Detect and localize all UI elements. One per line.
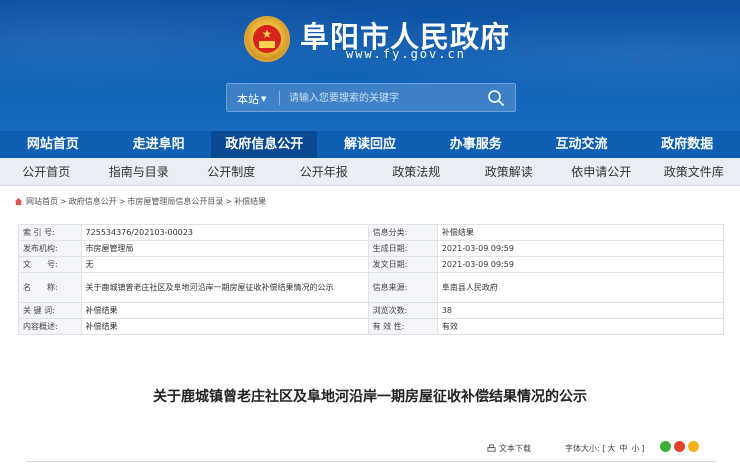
info-label: 索 引 号: [18,224,82,241]
info-value: 关于鹿城镇曾老庄社区及阜地河沿岸一期房屋征收补偿结果情况的公示 [80,272,369,303]
table-row: 发布机构: 市房屋管理局 生成日期: 2021-03-09 09:59 [18,240,725,257]
font-size-control: 字体大小: [大中小] [565,443,645,454]
sub-nav-item-regulations[interactable]: 政策法规 [370,158,463,185]
info-value: 无 [80,256,369,273]
document-info-table: 索 引 号: 725534376/202103-00023 信息分类: 补偿结果… [18,224,725,335]
table-row: 名 称: 关于鹿城镇曾老庄社区及阜地河沿岸一期房屋征收补偿结果情况的公示 信息来… [18,272,725,303]
info-value: 38 [436,302,725,319]
home-icon [14,197,23,205]
info-value: 725534376/202103-00023 [80,224,369,241]
breadcrumb-separator: > [225,196,233,206]
search-bar: 本站 ▼ [226,83,516,112]
sub-nav-item-system[interactable]: 公开制度 [185,158,278,185]
main-nav-item-interaction[interactable]: 互动交流 [529,131,635,158]
printer-icon [487,444,496,452]
weibo-share-icon[interactable] [674,441,685,452]
info-value: 有效 [436,318,725,335]
main-nav-item-home[interactable]: 网站首页 [0,131,106,158]
info-label: 发文日期: [367,256,438,273]
search-input[interactable] [289,89,479,107]
text-download-button[interactable]: 文本下载 [487,443,531,454]
table-row: 文 号: 无 发文日期: 2021-03-09 09:59 [18,256,725,273]
main-nav-item-about[interactable]: 走进阜阳 [106,131,212,158]
info-value: 2021-03-09 09:59 [436,256,725,273]
info-label: 关 键 词: [18,302,82,319]
article-tools: 文本下载 字体大小: [大中小] [0,440,740,456]
font-size-label: 字体大小: [565,444,600,453]
breadcrumb-item[interactable]: 网站首页 [26,196,58,207]
breadcrumb: 网站首页 > 政府信息公开 > 市房屋管理局信息公开目录 > 补偿结果 [14,194,266,208]
chevron-down-icon: ▼ [261,95,267,103]
search-icon[interactable] [487,89,505,107]
table-row: 内容概述: 补偿结果 有 效 性: 有效 [18,318,725,335]
info-label: 有 效 性: [367,318,438,335]
qzone-share-icon[interactable] [688,441,699,452]
info-value: 市房屋管理局 [80,240,369,257]
sub-nav-item-policy-interpretation[interactable]: 政策解读 [463,158,556,185]
table-row: 关 键 词: 补偿结果 浏览次数: 38 [18,302,725,319]
font-size-large[interactable]: 大 [607,444,615,453]
sub-nav-item-policy-library[interactable]: 政策文件库 [648,158,740,185]
site-header: ★ 阜阳市人民政府 www.fy.gov.cn 本站 ▼ [0,0,740,131]
font-size-medium[interactable]: 中 [619,444,627,453]
sub-nav: 公开首页 指南与目录 公开制度 公开年报 政策法规 政策解读 依申请公开 政策文… [0,158,740,186]
info-label: 名 称: [18,272,82,303]
info-label: 内容概述: [18,318,82,335]
breadcrumb-item[interactable]: 补偿结果 [234,196,266,207]
sub-nav-item-annual-report[interactable]: 公开年报 [278,158,371,185]
info-value: 补偿结果 [80,302,369,319]
article-title: 关于鹿城镇曾老庄社区及阜地河沿岸一期房屋征收补偿结果情况的公示 [153,389,587,405]
breadcrumb-item[interactable]: 政府信息公开 [69,196,117,207]
main-nav-item-services[interactable]: 办事服务 [423,131,529,158]
national-emblem-icon[interactable]: ★ [244,16,290,62]
sub-nav-item-guide[interactable]: 指南与目录 [93,158,186,185]
info-label: 信息分类: [367,224,438,241]
font-size-small[interactable]: 小 [631,444,639,453]
share-buttons [660,441,699,452]
search-divider [279,91,280,105]
info-label: 生成日期: [367,240,438,257]
main-nav-item-interpretation[interactable]: 解读回应 [317,131,423,158]
font-size-bracket: [ [602,444,606,453]
info-label: 发布机构: [18,240,82,257]
sub-nav-item-public-home[interactable]: 公开首页 [0,158,93,185]
info-label: 信息来源: [367,272,438,303]
wechat-share-icon[interactable] [660,441,671,452]
main-nav-item-gov-info[interactable]: 政府信息公开 [211,131,318,158]
font-size-bracket: ] [641,444,645,453]
site-url: www.fy.gov.cn [346,47,466,61]
breadcrumb-separator: > [60,196,67,206]
info-label: 文 号: [18,256,82,273]
info-value: 补偿结果 [80,318,369,335]
sub-nav-item-application[interactable]: 依申请公开 [555,158,648,185]
search-scope-select[interactable]: 本站 ▼ [237,91,266,107]
info-value: 补偿结果 [436,224,725,241]
info-value: 2021-03-09 09:59 [436,240,725,257]
breadcrumb-separator: > [118,196,126,206]
info-value: 阜南县人民政府 [436,272,725,303]
table-row: 索 引 号: 725534376/202103-00023 信息分类: 补偿结果 [18,224,725,241]
info-label: 浏览次数: [367,302,438,319]
breadcrumb-item[interactable]: 市房屋管理局信息公开目录 [127,196,223,207]
divider [26,461,716,462]
main-nav: 网站首页 走进阜阳 政府信息公开 解读回应 办事服务 互动交流 政府数据 [0,131,740,158]
main-nav-item-data[interactable]: 政府数据 [634,131,740,158]
